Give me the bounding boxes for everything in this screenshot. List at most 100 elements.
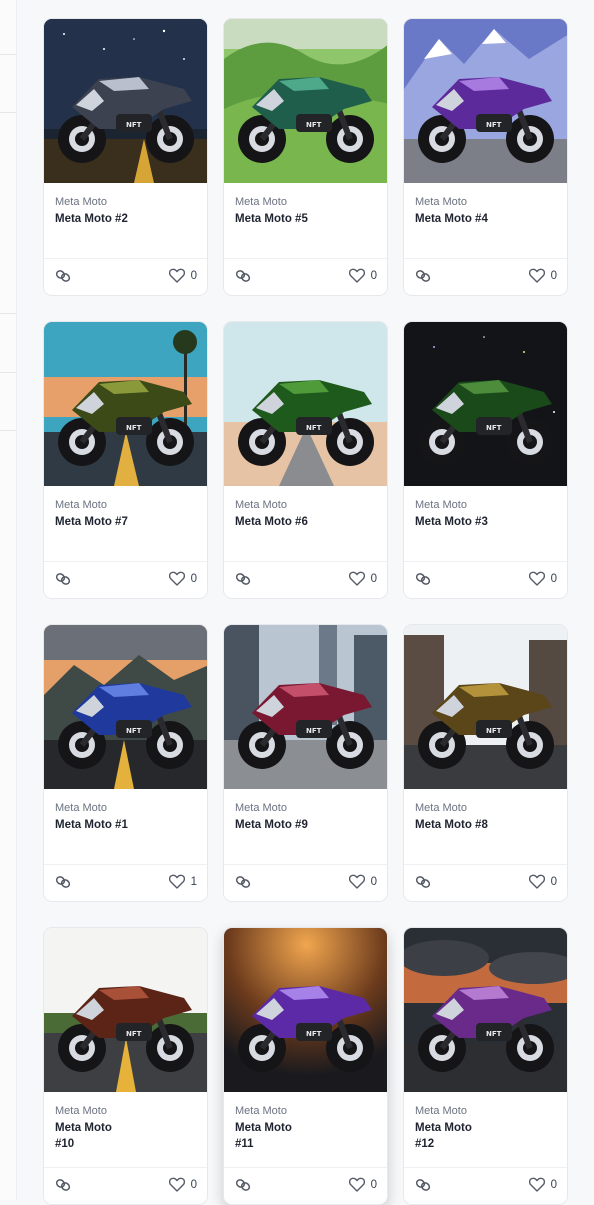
collection-name[interactable]: Meta Moto bbox=[235, 1104, 376, 1118]
heart-icon[interactable] bbox=[528, 571, 545, 586]
like-button[interactable]: 0 bbox=[528, 1177, 557, 1192]
link-icon[interactable] bbox=[415, 1178, 431, 1192]
heart-icon[interactable] bbox=[528, 874, 545, 889]
motorcycle-image: NFT bbox=[58, 77, 194, 163]
like-button[interactable]: 0 bbox=[348, 874, 377, 889]
card-footer: 0 bbox=[44, 258, 207, 295]
nft-name[interactable]: Meta Moto #4 bbox=[415, 211, 556, 227]
collection-name[interactable]: Meta Moto bbox=[415, 498, 556, 512]
like-count: 0 bbox=[190, 269, 197, 282]
heart-icon[interactable] bbox=[168, 268, 185, 283]
heart-icon[interactable] bbox=[348, 268, 365, 283]
collection-name[interactable]: Meta Moto bbox=[415, 1104, 556, 1118]
like-button[interactable]: 0 bbox=[528, 571, 557, 586]
nft-card[interactable]: NFT Meta Moto Meta Moto #4 0 bbox=[403, 18, 568, 296]
collection-name[interactable]: Meta Moto bbox=[235, 195, 376, 209]
sidebar-edge bbox=[0, 0, 17, 1200]
motorcycle-image: NFT bbox=[58, 380, 194, 466]
collection-name[interactable]: Meta Moto bbox=[235, 498, 376, 512]
link-icon[interactable] bbox=[55, 1178, 71, 1192]
card-footer: 0 bbox=[404, 864, 567, 901]
nft-card[interactable]: NFT Meta Moto Meta Moto #12 0 bbox=[403, 927, 568, 1205]
like-button[interactable]: 0 bbox=[348, 268, 377, 283]
nft-card[interactable]: NFT Meta Moto Meta Moto #6 0 bbox=[223, 321, 388, 599]
link-icon[interactable] bbox=[235, 875, 251, 889]
nft-name[interactable]: Meta Moto #10 bbox=[55, 1120, 125, 1152]
like-button[interactable]: 0 bbox=[168, 571, 197, 586]
nft-card[interactable]: NFT Meta Moto Meta Moto #9 0 bbox=[223, 624, 388, 902]
nft-card[interactable]: NFT Meta Moto Meta Moto #11 0 bbox=[223, 927, 388, 1205]
svg-text:NFT: NFT bbox=[126, 1030, 142, 1038]
nft-card[interactable]: NFT Meta Moto Meta Moto #2 0 bbox=[43, 18, 208, 296]
heart-icon[interactable] bbox=[168, 571, 185, 586]
heart-icon[interactable] bbox=[168, 874, 185, 889]
heart-icon[interactable] bbox=[348, 1177, 365, 1192]
link-icon[interactable] bbox=[415, 269, 431, 283]
nft-name[interactable]: Meta Moto #3 bbox=[415, 514, 556, 530]
heart-icon[interactable] bbox=[528, 1177, 545, 1192]
card-footer: 0 bbox=[44, 561, 207, 598]
like-button[interactable]: 0 bbox=[528, 268, 557, 283]
card-footer: 1 bbox=[44, 864, 207, 901]
nft-name[interactable]: Meta Moto #2 bbox=[55, 211, 196, 227]
nft-card[interactable]: NFT Meta Moto Meta Moto #5 0 bbox=[223, 18, 388, 296]
link-icon[interactable] bbox=[55, 572, 71, 586]
collection-name[interactable]: Meta Moto bbox=[55, 801, 196, 815]
like-button[interactable]: 0 bbox=[348, 1177, 377, 1192]
sidebar-divider bbox=[0, 372, 16, 373]
like-button[interactable]: 0 bbox=[168, 268, 197, 283]
nft-thumbnail[interactable]: NFT bbox=[44, 19, 207, 183]
collection-name[interactable]: Meta Moto bbox=[415, 195, 556, 209]
link-icon[interactable] bbox=[55, 269, 71, 283]
svg-text:NFT: NFT bbox=[306, 727, 322, 735]
motorcycle-image: NFT bbox=[238, 77, 374, 163]
collection-name[interactable]: Meta Moto bbox=[235, 801, 376, 815]
heart-icon[interactable] bbox=[168, 1177, 185, 1192]
heart-icon[interactable] bbox=[528, 268, 545, 283]
nft-thumbnail[interactable]: NFT bbox=[224, 322, 387, 486]
heart-icon[interactable] bbox=[348, 874, 365, 889]
motorcycle-image: NFT bbox=[418, 380, 554, 466]
nft-thumbnail[interactable]: NFT bbox=[224, 625, 387, 789]
nft-thumbnail[interactable]: NFT bbox=[404, 322, 567, 486]
nft-name[interactable]: Meta Moto #5 bbox=[235, 211, 376, 227]
nft-card[interactable]: NFT Meta Moto Meta Moto #3 0 bbox=[403, 321, 568, 599]
link-icon[interactable] bbox=[415, 572, 431, 586]
nft-name[interactable]: Meta Moto #9 bbox=[235, 817, 376, 833]
nft-thumbnail[interactable]: NFT bbox=[404, 19, 567, 183]
nft-thumbnail[interactable]: NFT bbox=[44, 322, 207, 486]
link-icon[interactable] bbox=[235, 1178, 251, 1192]
nft-thumbnail[interactable]: NFT bbox=[44, 625, 207, 789]
heart-icon[interactable] bbox=[348, 571, 365, 586]
svg-text:NFT: NFT bbox=[306, 424, 322, 432]
nft-thumbnail[interactable]: NFT bbox=[404, 625, 567, 789]
card-footer: 0 bbox=[404, 1167, 567, 1204]
nft-card[interactable]: NFT Meta Moto Meta Moto #10 0 bbox=[43, 927, 208, 1205]
motorcycle-image: NFT bbox=[418, 683, 554, 769]
like-button[interactable]: 1 bbox=[168, 874, 197, 889]
nft-name[interactable]: Meta Moto #12 bbox=[415, 1120, 485, 1152]
nft-name[interactable]: Meta Moto #8 bbox=[415, 817, 556, 833]
nft-thumbnail[interactable]: NFT bbox=[44, 928, 207, 1092]
collection-name[interactable]: Meta Moto bbox=[415, 801, 556, 815]
nft-card[interactable]: NFT Meta Moto Meta Moto #7 0 bbox=[43, 321, 208, 599]
collection-name[interactable]: Meta Moto bbox=[55, 1104, 196, 1118]
nft-name[interactable]: Meta Moto #1 bbox=[55, 817, 196, 833]
collection-name[interactable]: Meta Moto bbox=[55, 498, 196, 512]
like-button[interactable]: 0 bbox=[168, 1177, 197, 1192]
like-button[interactable]: 0 bbox=[348, 571, 377, 586]
link-icon[interactable] bbox=[235, 269, 251, 283]
nft-name[interactable]: Meta Moto #7 bbox=[55, 514, 196, 530]
collection-name[interactable]: Meta Moto bbox=[55, 195, 196, 209]
nft-name[interactable]: Meta Moto #11 bbox=[235, 1120, 305, 1152]
nft-thumbnail[interactable]: NFT bbox=[404, 928, 567, 1092]
link-icon[interactable] bbox=[235, 572, 251, 586]
nft-thumbnail[interactable]: NFT bbox=[224, 928, 387, 1092]
nft-card[interactable]: NFT Meta Moto Meta Moto #1 1 bbox=[43, 624, 208, 902]
nft-name[interactable]: Meta Moto #6 bbox=[235, 514, 376, 530]
link-icon[interactable] bbox=[415, 875, 431, 889]
nft-thumbnail[interactable]: NFT bbox=[224, 19, 387, 183]
link-icon[interactable] bbox=[55, 875, 71, 889]
like-button[interactable]: 0 bbox=[528, 874, 557, 889]
nft-card[interactable]: NFT Meta Moto Meta Moto #8 0 bbox=[403, 624, 568, 902]
